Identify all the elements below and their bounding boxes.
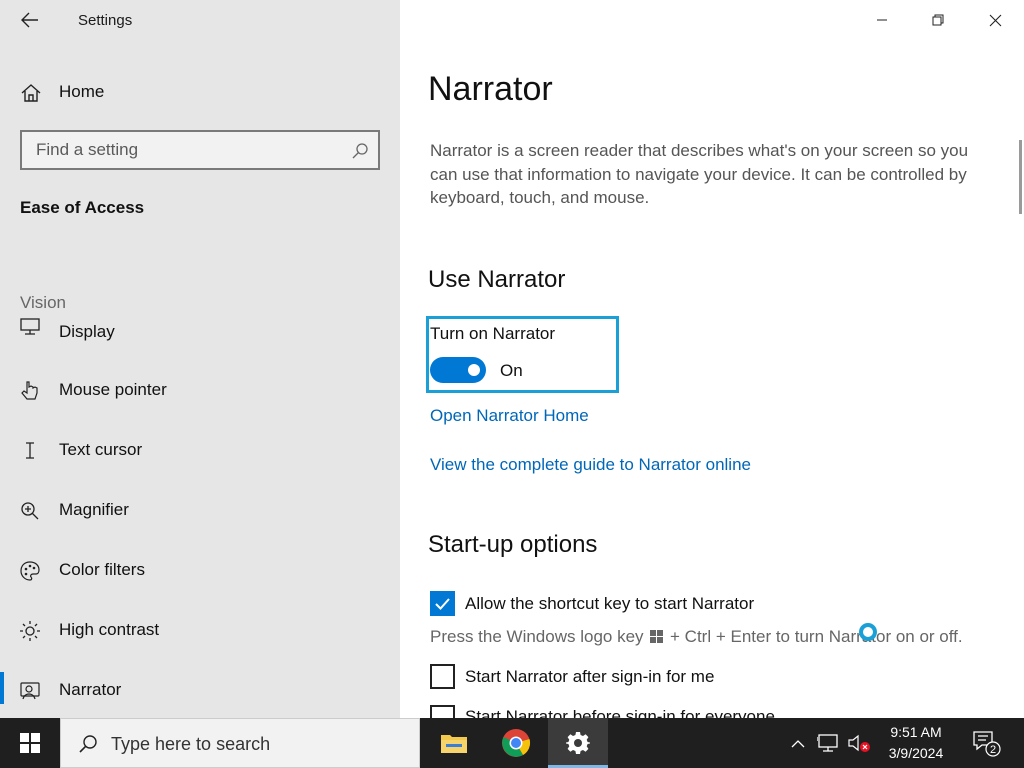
start-button[interactable] [0,718,60,768]
sidebar-item-narrator[interactable]: Narrator [0,670,400,710]
back-arrow-icon [21,12,38,28]
page-description: Narrator is a screen reader that describ… [430,141,969,207]
page-title: Narrator [428,70,553,108]
narrator-icon [20,682,40,700]
app-title: Settings [78,12,133,29]
hint-text-start: Press the Windows logo key [430,627,644,646]
sidebar-item-mouse-pointer[interactable]: Mouse pointer [0,370,400,410]
narrator-toggle-label: Turn on Narrator [430,324,556,343]
chevron-up-icon [791,739,805,747]
startup-options-heading: Start-up options [428,531,598,558]
after-signin-checkbox[interactable] [430,664,455,689]
main-content: Narrator Narrator is a screen reader tha… [400,0,1024,718]
sidebar-item-label: Home [59,82,105,101]
scrollbar-thumb[interactable] [1019,140,1022,214]
sidebar-item-label: Display [59,322,115,341]
active-indicator [0,672,4,704]
network-icon [817,734,838,752]
taskbar-clock[interactable]: 9:51 AM 3/9/2024 [878,722,954,764]
shortcut-key-checkbox[interactable] [430,591,455,616]
sidebar-item-magnifier[interactable]: Magnifier [0,490,400,530]
file-explorer-app[interactable] [424,718,484,768]
restore-icon [932,14,944,26]
pointer-cursor-indicator [859,623,877,641]
use-narrator-heading: Use Narrator [428,266,566,293]
sidebar-item-high-contrast[interactable]: High contrast [0,610,400,650]
sidebar-item-label: Magnifier [59,500,129,519]
checkmark-icon [435,598,450,610]
sidebar-item-label: Narrator [59,680,122,699]
chrome-icon [502,729,531,757]
network-tray-icon[interactable] [814,718,842,768]
volume-tray-icon[interactable] [846,718,872,768]
text-cursor-icon [26,442,34,459]
narrator-guide-link[interactable]: View the complete guide to Narrator onli… [430,455,751,475]
close-icon [989,14,1001,26]
sidebar-item-label: High contrast [59,620,160,639]
close-button[interactable] [972,0,1018,40]
hint-text-end: + Ctrl + Enter to turn Narrator on or of… [670,627,963,646]
open-narrator-home-link[interactable]: Open Narrator Home [430,406,589,426]
sidebar-item-label: Mouse pointer [59,380,167,399]
clock-date: 3/9/2024 [888,745,944,761]
search-icon[interactable] [350,141,370,161]
toggle-state-text: On [500,361,523,380]
sidebar-item-display[interactable]: Display [0,310,400,350]
taskbar-search-box[interactable]: Type here to search [60,718,420,768]
shortcut-key-label: Allow the shortcut key to start Narrator [465,594,755,613]
action-center-button[interactable]: 2 [966,718,1006,768]
notification-icon: 2 [973,731,1001,757]
gear-icon [566,732,590,754]
after-signin-label: Start Narrator after sign-in for me [465,667,715,686]
folder-icon [441,735,467,753]
windows-logo-icon [20,733,40,753]
minimize-icon [877,19,887,21]
restore-button[interactable] [915,0,961,40]
mouse-pointer-icon [21,381,38,400]
home-icon [21,84,41,102]
minimize-button[interactable] [859,0,905,40]
palette-icon [20,561,40,581]
notification-count: 2 [990,744,996,756]
shortcut-hint-text: Press the Windows logo key + Ctrl + Ente… [430,627,963,647]
find-setting-input[interactable] [24,134,344,166]
taskbar: Type here to search 9:51 AM 3/9/2024 2 [0,718,1024,768]
sidebar-item-home[interactable]: Home [0,72,400,112]
sidebar: Settings Home Ease of Access Vision Disp… [0,0,400,718]
magnifier-icon [21,502,39,520]
monitor-icon [20,318,40,335]
show-hidden-icons-button[interactable] [786,718,810,768]
sidebar-item-text-cursor[interactable]: Text cursor [0,430,400,470]
toggle-knob [468,364,480,376]
clock-time: 9:51 AM [890,724,942,740]
chrome-app[interactable] [486,718,546,768]
sidebar-item-label: Color filters [59,560,145,579]
windows-logo-icon [650,630,664,643]
taskbar-search-placeholder: Type here to search [111,734,271,754]
category-heading: Ease of Access [20,198,145,217]
narrator-toggle[interactable] [430,357,486,383]
back-button[interactable] [14,6,46,34]
sun-icon [20,621,40,641]
settings-app[interactable] [548,718,608,768]
search-icon [79,735,97,753]
volume-muted-icon [848,734,870,752]
find-setting-search [20,130,380,170]
sidebar-item-label: Text cursor [59,440,143,459]
before-signin-checkbox[interactable] [430,705,455,718]
before-signin-label: Start Narrator before sign-in for everyo… [465,707,775,718]
sidebar-item-color-filters[interactable]: Color filters [0,550,400,590]
